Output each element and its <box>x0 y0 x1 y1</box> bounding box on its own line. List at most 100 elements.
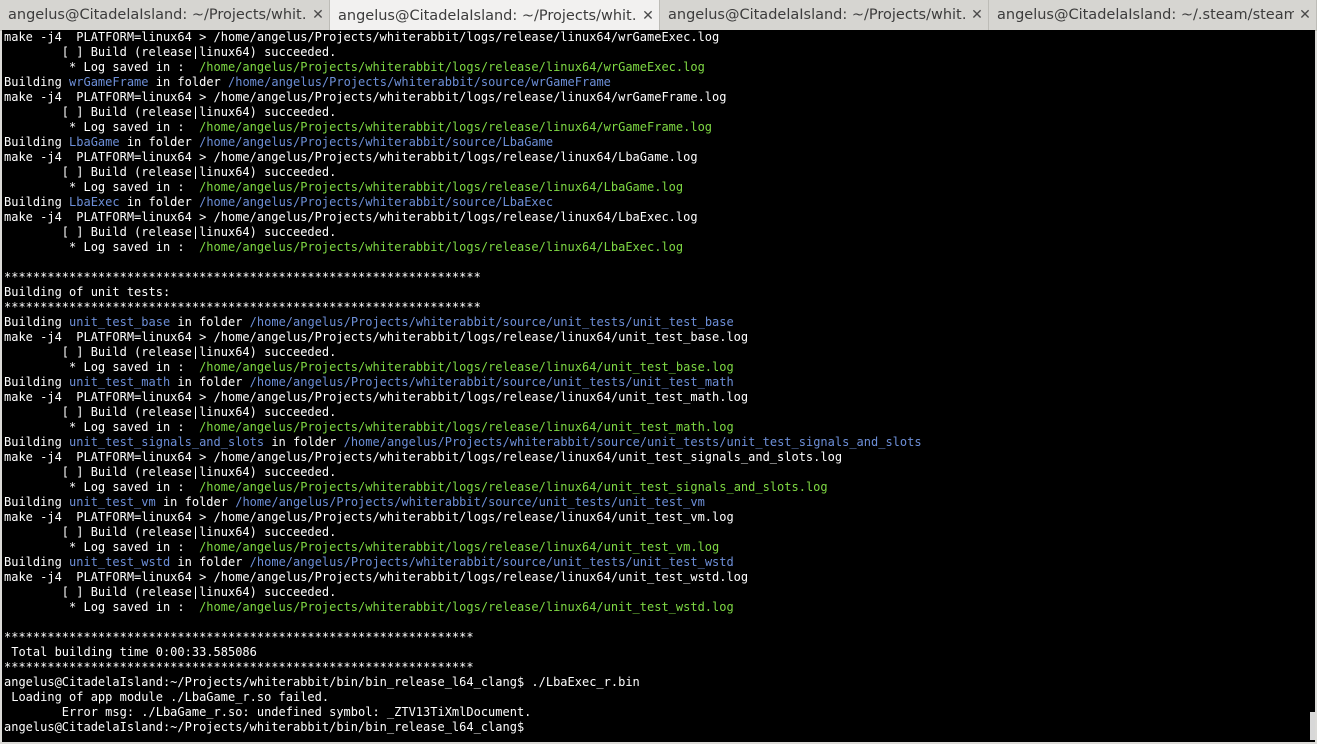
terminal-lines: make -j4 PLATFORM=linux64 > /home/angelu… <box>4 30 922 735</box>
path-text: /home/angelus/Projects/whiterabbit/sourc… <box>249 555 734 569</box>
terminal-output[interactable]: make -j4 PLATFORM=linux64 > /home/angelu… <box>2 30 1315 742</box>
terminal-line: Building unit_test_signals_and_slots in … <box>4 435 922 450</box>
close-icon[interactable]: ✕ <box>966 7 988 23</box>
scrollbar[interactable] <box>1309 30 1315 742</box>
terminal-line: make -j4 PLATFORM=linux64 > /home/angelu… <box>4 150 922 165</box>
log-path: /home/angelus/Projects/whiterabbit/logs/… <box>199 180 684 194</box>
output-text: Building <box>4 75 70 89</box>
close-icon[interactable]: ✕ <box>1294 7 1316 23</box>
output-text: * Log saved in : <box>4 480 200 494</box>
path-text: /home/angelus/Projects/whiterabbit/sourc… <box>199 135 554 149</box>
output-text: make -j4 PLATFORM=linux64 > /home/angelu… <box>4 390 749 404</box>
output-text: make -j4 PLATFORM=linux64 > /home/angelu… <box>4 450 843 464</box>
path-text: wrGameFrame <box>69 75 149 89</box>
tab-terminal-2[interactable]: angelus@CitadelaIsland: ~/Projects/whit…… <box>330 0 660 31</box>
log-path: /home/angelus/Projects/whiterabbit/logs/… <box>199 60 705 74</box>
output-text: make -j4 PLATFORM=linux64 > /home/angelu… <box>4 90 727 104</box>
terminal-line: * Log saved in : /home/angelus/Projects/… <box>4 540 922 555</box>
terminal-line: ****************************************… <box>4 270 922 285</box>
path-text: LbaExec <box>69 195 120 209</box>
close-icon[interactable]: ✕ <box>637 8 659 24</box>
output-text: in folder <box>155 495 236 509</box>
path-text: /home/angelus/Projects/whiterabbit/sourc… <box>199 195 554 209</box>
output-text: [ ] Build (release|linux64) succeeded. <box>4 105 337 119</box>
output-text: ****************************************… <box>4 300 481 314</box>
output-text: [ ] Build (release|linux64) succeeded. <box>4 225 337 239</box>
tab-terminal-4[interactable]: angelus@CitadelaIsland: ~/.steam/steam… … <box>989 0 1317 30</box>
output-text: in folder <box>148 75 228 89</box>
output-text: in folder <box>170 555 250 569</box>
terminal-line: ****************************************… <box>4 300 922 315</box>
path-text: LbaGame <box>69 135 120 149</box>
tab-label: angelus@CitadelaIsland: ~/Projects/whit… <box>668 7 966 23</box>
terminal-line: Loading of app module ./LbaGame_r.so fai… <box>4 690 922 705</box>
output-text: in folder <box>119 135 200 149</box>
output-text: make -j4 PLATFORM=linux64 > /home/angelu… <box>4 210 698 224</box>
terminal-line: make -j4 PLATFORM=linux64 > /home/angelu… <box>4 450 922 465</box>
tab-label: angelus@CitadelaIsland: ~/Projects/whit… <box>8 7 307 23</box>
output-text: Building <box>4 195 70 209</box>
tab-terminal-3[interactable]: angelus@CitadelaIsland: ~/Projects/whit…… <box>660 0 989 30</box>
terminal-line: ****************************************… <box>4 660 922 675</box>
terminal-line: [ ] Build (release|linux64) succeeded. <box>4 345 922 360</box>
tab-label: angelus@CitadelaIsland: ~/Projects/whit… <box>338 7 637 24</box>
terminal-line: make -j4 PLATFORM=linux64 > /home/angelu… <box>4 30 922 45</box>
output-text: * Log saved in : <box>4 360 200 374</box>
log-path: /home/angelus/Projects/whiterabbit/logs/… <box>199 360 734 374</box>
output-text: in folder <box>170 375 250 389</box>
log-path: /home/angelus/Projects/whiterabbit/logs/… <box>199 420 734 434</box>
output-text: Building <box>4 315 70 329</box>
output-text: * Log saved in : <box>4 240 200 254</box>
output-text: make -j4 PLATFORM=linux64 > /home/angelu… <box>4 570 749 584</box>
output-text: ****************************************… <box>4 660 474 674</box>
terminal-line: * Log saved in : /home/angelus/Projects/… <box>4 60 922 75</box>
close-icon[interactable]: ✕ <box>307 7 329 23</box>
terminal-line: make -j4 PLATFORM=linux64 > /home/angelu… <box>4 210 922 225</box>
output-text: [ ] Build (release|linux64) succeeded. <box>4 405 337 419</box>
log-path: /home/angelus/Projects/whiterabbit/logs/… <box>199 540 720 554</box>
terminal-line: * Log saved in : /home/angelus/Projects/… <box>4 240 922 255</box>
output-text: Loading of app module ./LbaGame_r.so fai… <box>4 690 330 704</box>
terminal-line: angelus@CitadelaIsland:~/Projects/whiter… <box>4 720 922 735</box>
output-text: * Log saved in : <box>4 180 200 194</box>
output-text: [ ] Build (release|linux64) succeeded. <box>4 525 337 539</box>
terminal-line: Building unit_test_vm in folder /home/an… <box>4 495 922 510</box>
path-text: /home/angelus/Projects/whiterabbit/sourc… <box>249 315 734 329</box>
path-text: unit_test_vm <box>69 495 156 509</box>
terminal-line: Building unit_test_wstd in folder /home/… <box>4 555 922 570</box>
terminal-line: Building unit_test_base in folder /home/… <box>4 315 922 330</box>
terminal-line: [ ] Build (release|linux64) succeeded. <box>4 105 922 120</box>
terminal-line: make -j4 PLATFORM=linux64 > /home/angelu… <box>4 570 922 585</box>
terminal-line: [ ] Build (release|linux64) succeeded. <box>4 165 922 180</box>
output-text: Building of unit tests: <box>4 285 171 299</box>
path-text: unit_test_base <box>69 315 171 329</box>
terminal-line: * Log saved in : /home/angelus/Projects/… <box>4 360 922 375</box>
output-text: ****************************************… <box>4 630 474 644</box>
output-text: make -j4 PLATFORM=linux64 > /home/angelu… <box>4 150 698 164</box>
terminal-line: Building LbaGame in folder /home/angelus… <box>4 135 922 150</box>
terminal-line: make -j4 PLATFORM=linux64 > /home/angelu… <box>4 90 922 105</box>
terminal-line: make -j4 PLATFORM=linux64 > /home/angelu… <box>4 510 922 525</box>
output-text: Building <box>4 375 70 389</box>
output-text: Building <box>4 555 70 569</box>
output-text: in folder <box>119 195 200 209</box>
output-text: * Log saved in : <box>4 120 200 134</box>
path-text: unit_test_math <box>69 375 171 389</box>
log-path: /home/angelus/Projects/whiterabbit/logs/… <box>199 240 684 254</box>
output-text: ****************************************… <box>4 270 481 284</box>
path-text: /home/angelus/Projects/whiterabbit/sourc… <box>249 375 734 389</box>
terminal-line: [ ] Build (release|linux64) succeeded. <box>4 525 922 540</box>
output-text: [ ] Build (release|linux64) succeeded. <box>4 345 337 359</box>
output-text: angelus@CitadelaIsland:~/Projects/whiter… <box>4 675 640 689</box>
output-text: Building <box>4 495 70 509</box>
output-text: Total building time 0:00:33.585086 <box>4 645 257 659</box>
log-path: /home/angelus/Projects/whiterabbit/logs/… <box>199 120 713 134</box>
scrollbar-thumb[interactable] <box>1310 712 1315 740</box>
terminal-line: Building wrGameFrame in folder /home/ang… <box>4 75 922 90</box>
terminal-line: Building of unit tests: <box>4 285 922 300</box>
terminal-line: [ ] Build (release|linux64) succeeded. <box>4 225 922 240</box>
tab-terminal-1[interactable]: angelus@CitadelaIsland: ~/Projects/whit…… <box>0 0 330 30</box>
path-text: unit_test_signals_and_slots <box>69 435 265 449</box>
output-text: * Log saved in : <box>4 420 200 434</box>
